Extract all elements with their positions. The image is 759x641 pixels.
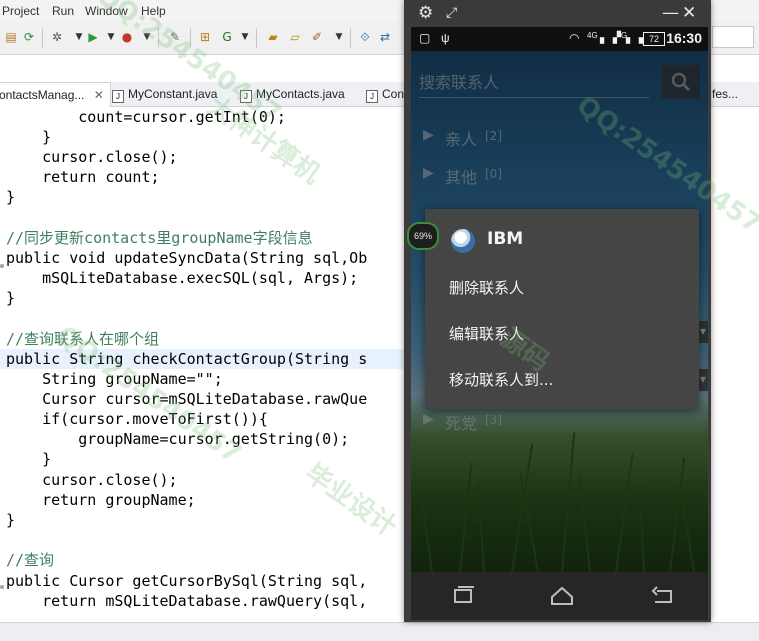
open-type-icon[interactable]: ▱	[286, 28, 304, 46]
tab-label: ontactsManag...	[0, 88, 85, 102]
edit-contact-item[interactable]: 编辑联系人	[449, 317, 689, 351]
refresh-icon[interactable]: ⟳	[20, 28, 38, 46]
java-file-icon: J	[112, 90, 124, 103]
tab-label: MyConstant.java	[128, 87, 218, 101]
toolbar-separator	[256, 28, 257, 48]
code-line: }	[6, 511, 16, 529]
run-icon[interactable]: ▶	[84, 28, 102, 46]
class-dropdown-icon[interactable]: ▼	[236, 28, 254, 46]
search-dropdown-icon[interactable]: ▼	[330, 28, 348, 46]
link-icon[interactable]: ⇄	[376, 28, 394, 46]
code-line: cursor.close();	[6, 471, 178, 489]
debug-icon[interactable]: ✲	[48, 28, 66, 46]
back-icon[interactable]	[649, 584, 677, 608]
close-icon[interactable]: ✕	[94, 88, 104, 102]
contacts-app-screen: ▶ 亲人 [2] ▶ 其他 [0] ▶ 死党 [3] ▼ ▼ IBM 删除联系人…	[411, 51, 708, 572]
code-comment: //同步更新contacts里groupName字段信息	[6, 229, 313, 247]
external-tools-icon[interactable]: ●	[118, 28, 136, 46]
code-line: return count;	[6, 168, 160, 186]
menu-help[interactable]: Help	[141, 4, 166, 18]
minimize-icon[interactable]: —	[662, 2, 679, 24]
new-package-icon[interactable]: ⊞	[196, 28, 214, 46]
tab-label: MyContacts.java	[256, 87, 345, 101]
context-menu-title: IBM	[487, 229, 524, 249]
move-contact-item[interactable]: 移动联系人到...	[449, 363, 689, 397]
code-line: String groupName="";	[6, 370, 223, 388]
code-line: return mSQLiteDatabase.rawQuery(sql,	[6, 592, 368, 610]
new-class-icon[interactable]: G	[218, 28, 236, 46]
code-comment: //查询	[6, 551, 55, 569]
fullscreen-icon[interactable]: ⤢	[446, 2, 457, 24]
delete-contact-item[interactable]: 删除联系人	[449, 271, 689, 305]
code-line: Cursor cursor=mSQLiteDatabase.rawQue	[6, 390, 368, 408]
tab-fes[interactable]: fes...	[706, 82, 744, 106]
tab-contacts-manager[interactable]: ontactsManag... ✕	[0, 82, 111, 107]
code-line: return groupName;	[6, 491, 196, 509]
recent-apps-icon[interactable]	[449, 584, 477, 608]
menu-window[interactable]: Window	[85, 4, 128, 18]
home-icon[interactable]	[548, 584, 576, 608]
code-line: count=cursor.getInt(0);	[6, 108, 286, 126]
code-line: mSQLiteDatabase.execSQL(sql, Args);	[6, 269, 359, 287]
new-file-icon[interactable]: ▤	[2, 28, 20, 46]
wifi-icon: ◠	[569, 31, 580, 45]
toolbar-separator	[158, 28, 159, 48]
code-line: }	[6, 188, 16, 206]
code-line: }	[6, 289, 16, 307]
code-line-current: public String checkContactGroup(String s	[0, 349, 406, 369]
emulator-titlebar: ⚙ ⤢ — ✕	[404, 0, 711, 27]
gutter-marker	[0, 264, 4, 268]
code-line: if(cursor.moveToFirst()){	[6, 410, 268, 428]
annotation-icon[interactable]: ⟐	[356, 28, 374, 46]
android-status-bar: ▢ ψ ◠ 4G ▖▗▘ G ▖▗ 72 16:30	[411, 27, 708, 51]
code-line: groupName=cursor.getString(0);	[6, 430, 350, 448]
close-icon[interactable]: ✕	[682, 2, 696, 24]
code-comment: //查询联系人在哪个组	[6, 330, 160, 348]
gutter-marker	[0, 585, 4, 589]
toolbar-separator	[350, 28, 351, 48]
cpu-usage-badge[interactable]: 69%	[407, 222, 439, 250]
contact-context-menu: IBM 删除联系人 编辑联系人 移动联系人到...	[425, 209, 699, 409]
android-nav-bar	[411, 572, 708, 620]
usb-icon: ψ	[441, 31, 450, 45]
tools-dropdown-icon[interactable]: ▼	[138, 28, 156, 46]
tab-label: fes...	[712, 87, 739, 101]
java-file-icon: J	[366, 90, 378, 103]
screenshot-notification-icon: ▢	[419, 31, 431, 45]
tab-mycontacts[interactable]: J MyContacts.java	[234, 82, 351, 106]
settings-gear-icon[interactable]: ⚙	[418, 2, 433, 24]
battery-icon: 72	[643, 32, 665, 46]
clock: 16:30	[666, 30, 702, 46]
toolbar-separator	[190, 28, 191, 48]
signal-icon-2: ▖▗	[626, 32, 643, 44]
open-folder-icon[interactable]: ▰	[264, 28, 282, 46]
context-menu-header: IBM	[425, 209, 699, 273]
contact-avatar-icon	[451, 229, 475, 253]
code-line: }	[6, 128, 52, 146]
quick-access-input[interactable]	[712, 26, 754, 48]
code-line: cursor.close();	[6, 148, 178, 166]
code-line: public void updateSyncData(String sql,Ob	[6, 249, 368, 267]
pin-icon[interactable]: ✎	[166, 28, 184, 46]
code-line: }	[6, 450, 52, 468]
tab-myconstant[interactable]: J MyConstant.java	[106, 82, 223, 106]
java-file-icon: J	[240, 90, 252, 103]
menu-run[interactable]: Run	[52, 4, 74, 18]
eclipse-statusbar	[0, 622, 759, 641]
network-type-label: 4G	[587, 31, 598, 40]
search-tool-icon[interactable]: ✐	[308, 28, 326, 46]
code-line: public Cursor getCursorBySql(String sql,	[6, 572, 368, 590]
menu-project[interactable]: Project	[2, 4, 39, 18]
android-emulator-window: ⚙ ⤢ — ✕ ▢ ψ ◠ 4G ▖▗▘ G ▖▗ 72 16:30 搜索联系人…	[404, 0, 711, 622]
toolbar-separator	[42, 28, 43, 48]
